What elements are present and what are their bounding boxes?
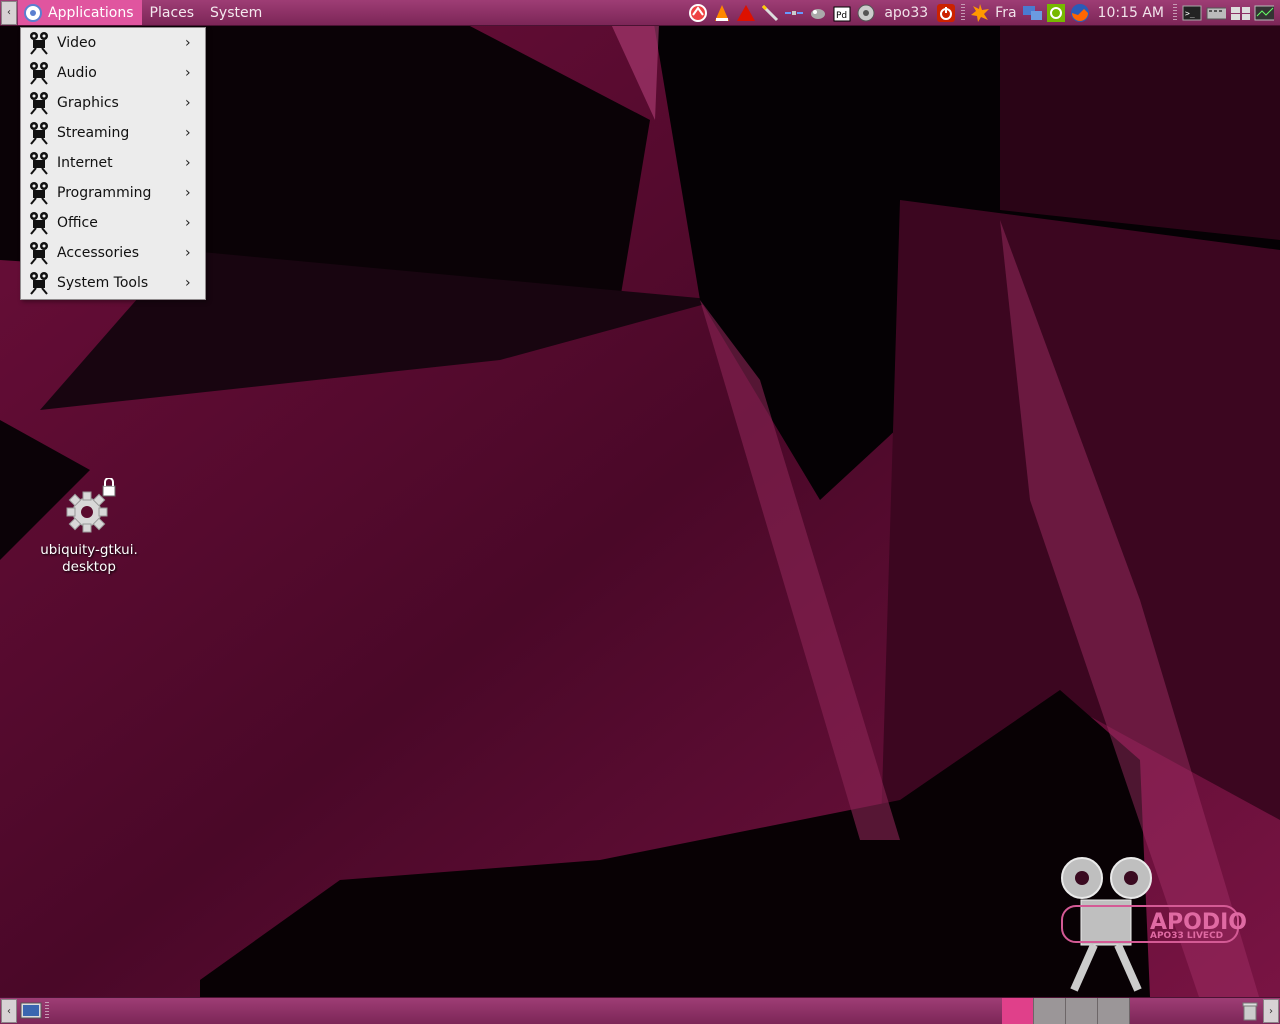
places-menu-button[interactable]: Places — [142, 0, 203, 25]
gear-locked-icon — [66, 478, 116, 533]
system-tray: Pd apo33 Fra 10:15 AM >_ — [686, 0, 1280, 26]
chevron-right-icon: › — [185, 185, 191, 201]
film-camera-icon — [30, 182, 48, 205]
applications-menu: Video › Audio › Graphics › Streaming › I… — [20, 27, 206, 300]
menu-item-label: Accessories — [57, 245, 140, 261]
panel-handle[interactable] — [961, 4, 966, 22]
trash-icon[interactable] — [1242, 1001, 1258, 1021]
bottom-panel-scroll-right-button[interactable]: › — [1263, 999, 1279, 1023]
applications-logo-icon — [24, 3, 42, 22]
bottom-panel-scroll-left-button[interactable]: ‹ — [1, 999, 17, 1023]
bottom-panel: ‹ › — [0, 997, 1280, 1024]
username-label[interactable]: apo33 — [884, 5, 928, 21]
menu-item-label: Streaming — [57, 125, 130, 141]
applications-menu-button[interactable]: Applications — [18, 0, 142, 25]
apodio-logo: APODIO APO33 LIVECD — [1061, 857, 1246, 992]
firefox-icon[interactable] — [1070, 3, 1090, 23]
menu-item-label: Video — [57, 35, 97, 51]
starburst-icon[interactable] — [970, 3, 990, 23]
satellite-icon[interactable] — [784, 3, 804, 23]
panel-scroll-left-button[interactable]: ‹ — [1, 0, 17, 25]
desktop-icon-ubiquity[interactable]: ubiquity-gtkui. desktop — [30, 478, 148, 576]
film-camera-icon — [30, 32, 48, 55]
menu-item-label: Graphics — [57, 95, 119, 111]
menu-item-programming[interactable]: Programming › — [21, 178, 205, 208]
menu-item-label: Office — [57, 215, 98, 231]
vlc-icon[interactable] — [712, 3, 732, 23]
show-desktop-icon[interactable] — [20, 1001, 42, 1021]
menu-item-label: Programming — [57, 185, 152, 201]
bottom-panel-handle[interactable] — [45, 1002, 49, 1020]
system-menu-button[interactable]: System — [202, 0, 270, 25]
network-monitor-icon[interactable] — [1022, 3, 1042, 23]
svg-text:>_: >_ — [1185, 9, 1195, 18]
menu-item-audio[interactable]: Audio › — [21, 58, 205, 88]
pd-icon[interactable]: Pd — [832, 3, 852, 23]
workspace-3[interactable] — [1066, 998, 1098, 1024]
chevron-right-icon: › — [185, 275, 191, 291]
chevron-right-icon: › — [185, 245, 191, 261]
film-camera-icon — [30, 152, 48, 175]
chevron-right-icon: › — [185, 65, 191, 81]
acrobat-icon[interactable] — [736, 3, 756, 23]
pen-icon[interactable] — [760, 3, 780, 23]
network-icon[interactable] — [856, 3, 876, 23]
menu-item-accessories[interactable]: Accessories › — [21, 238, 205, 268]
top-panel: ‹ Applications Places System Pd apo33 Fr… — [0, 0, 1280, 26]
film-camera-icon — [30, 272, 48, 295]
desktop-icon-label-line2: desktop — [62, 559, 116, 575]
monitor-icon[interactable] — [1254, 3, 1274, 23]
bug-icon[interactable] — [808, 3, 828, 23]
applications-label: Applications — [48, 4, 134, 21]
workspace-switcher — [1002, 998, 1130, 1024]
film-camera-icon — [30, 242, 48, 265]
menu-item-office[interactable]: Office › — [21, 208, 205, 238]
menu-item-streaming[interactable]: Streaming › — [21, 118, 205, 148]
panel-handle-2[interactable] — [1173, 4, 1177, 22]
desktop-icon-label-line1: ubiquity-gtkui. — [40, 542, 138, 558]
clock[interactable]: 10:15 AM — [1098, 5, 1164, 21]
film-camera-icon — [30, 92, 48, 115]
svg-text:Pd: Pd — [836, 11, 847, 21]
logo-subtitle: APO33 LIVECD — [1150, 931, 1223, 941]
nvidia-icon[interactable] — [1046, 3, 1066, 23]
chevron-right-icon: › — [185, 125, 191, 141]
film-camera-icon — [30, 62, 48, 85]
film-camera-icon — [30, 122, 48, 145]
menu-item-system-tools[interactable]: System Tools › — [21, 268, 205, 298]
chevron-right-icon: › — [185, 215, 191, 231]
mail-icon[interactable] — [688, 3, 708, 23]
menu-item-internet[interactable]: Internet › — [21, 148, 205, 178]
menu-item-label: Internet — [57, 155, 113, 171]
keyboard-layout-label[interactable]: Fra — [995, 5, 1016, 21]
keyboard-icon[interactable] — [1206, 3, 1226, 23]
menu-item-graphics[interactable]: Graphics › — [21, 88, 205, 118]
chevron-right-icon: › — [185, 35, 191, 51]
menu-item-video[interactable]: Video › — [21, 28, 205, 58]
power-icon[interactable] — [936, 3, 956, 23]
workspace-4[interactable] — [1098, 998, 1130, 1024]
chevron-right-icon: › — [185, 95, 191, 111]
workspace-1[interactable] — [1002, 998, 1034, 1024]
chevron-right-icon: › — [185, 155, 191, 171]
menu-item-label: System Tools — [57, 275, 149, 291]
terminal-icon[interactable]: >_ — [1182, 3, 1202, 23]
film-camera-icon — [30, 212, 48, 235]
workspace-icon[interactable] — [1230, 3, 1250, 23]
workspace-2[interactable] — [1034, 998, 1066, 1024]
menu-item-label: Audio — [57, 65, 97, 81]
